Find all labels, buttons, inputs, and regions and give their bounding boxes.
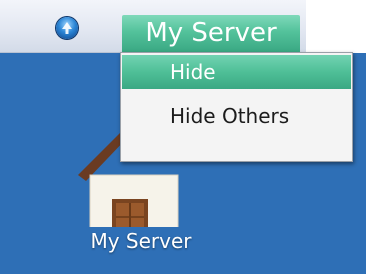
app-menu-my-server[interactable]: My Server (122, 15, 300, 52)
blue-orb-icon[interactable] (56, 17, 78, 39)
desktop-icon-label: My Server (90, 229, 192, 253)
menu-item-hide[interactable]: Hide (122, 55, 351, 89)
screen: My Server My Server Hide Hide Others (0, 0, 366, 274)
menu-item-hide-others[interactable]: Hide Others (122, 99, 351, 133)
app-menu-dropdown: Hide Hide Others (120, 52, 353, 162)
menu-bar: My Server (0, 0, 306, 53)
